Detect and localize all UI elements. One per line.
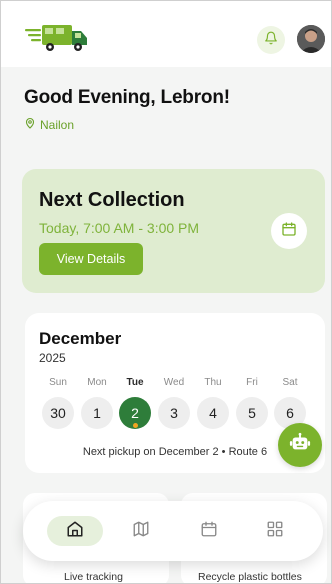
location-label: Nailon (40, 117, 75, 132)
pickup-dot (133, 423, 138, 428)
day-name: Fri (246, 377, 258, 388)
garbage-truck-logo (25, 23, 89, 53)
day-name: Tue (126, 377, 144, 388)
view-details-button[interactable]: View Details (39, 243, 143, 275)
grid-icon (266, 520, 284, 543)
day-number[interactable]: 5 (236, 397, 268, 429)
nav-map[interactable] (113, 516, 169, 546)
greeting-title: Good Evening, Lebron! (24, 87, 230, 108)
next-collection-title: Next Collection (39, 189, 185, 211)
feature-label-live-tracking: Live tracking (64, 571, 123, 583)
home-icon (66, 520, 84, 543)
avatar[interactable] (297, 25, 325, 53)
day-number[interactable]: 1 (81, 397, 113, 429)
chatbot-button[interactable] (278, 423, 322, 467)
feature-label-recycle: Recycle plastic bottles (198, 571, 302, 583)
calendar-icon (200, 520, 218, 543)
day-name: Wed (163, 377, 185, 388)
next-collection-card: Next Collection Today, 7:00 AM - 3:00 PM… (22, 169, 325, 293)
day-number[interactable]: 4 (197, 397, 229, 429)
bell-icon (264, 31, 278, 50)
robot-icon (289, 432, 311, 459)
map-icon (132, 520, 150, 543)
calendar-month: December (39, 329, 122, 348)
day-number[interactable]: 3 (158, 397, 190, 429)
nav-calendar[interactable] (181, 516, 237, 546)
day-name: Sun (49, 377, 67, 388)
calendar-icon (281, 221, 297, 242)
calendar-year: 2025 (39, 351, 66, 365)
top-bar (1, 1, 331, 67)
day-name: Mon (87, 377, 107, 388)
location-pin-icon (24, 117, 36, 132)
day-name: Sat (282, 377, 298, 388)
nav-apps[interactable] (247, 516, 303, 546)
location-selector[interactable]: Nailon (24, 117, 74, 132)
calendar-button[interactable] (271, 213, 307, 249)
day-name: Thu (204, 377, 222, 388)
nav-home[interactable] (47, 516, 103, 546)
app-screen: Good Evening, Lebron! Nailon Next Collec… (0, 0, 332, 584)
bottom-nav (23, 501, 323, 561)
day-number[interactable]: 30 (42, 397, 74, 429)
next-collection-time: Today, 7:00 AM - 3:00 PM (39, 220, 200, 236)
notification-button[interactable] (257, 26, 285, 54)
